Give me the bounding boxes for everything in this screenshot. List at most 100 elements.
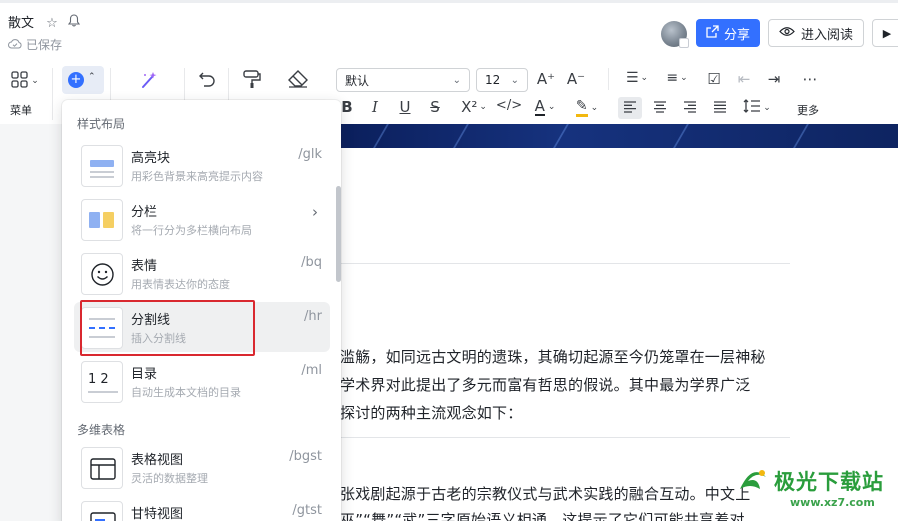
ordered-list-icon: ≡ <box>666 70 679 86</box>
task-list-button[interactable]: ☑ <box>704 70 724 88</box>
top-border <box>0 0 898 3</box>
present-button[interactable]: ▶ <box>872 19 898 47</box>
clear-format-button[interactable] <box>286 70 310 92</box>
divider-line <box>340 437 790 438</box>
share-button[interactable]: 分享 <box>696 19 760 47</box>
highlighter-icon: ✎ <box>575 98 588 117</box>
chevron-down-icon: ⌄ <box>510 74 519 86</box>
item-desc: 自动生成本文档的目录 <box>131 386 241 399</box>
chevron-down-icon: ⌄ <box>590 102 599 113</box>
bullet-list-button[interactable]: ☰ ⌄ <box>622 70 652 86</box>
insert-item-emoji[interactable]: 表情 用表情表达你的态度 /bq <box>74 248 330 298</box>
emoji-icon <box>81 253 123 295</box>
chevron-up-icon[interactable]: ⌃ <box>88 72 96 82</box>
more-label: 更多 <box>797 104 819 117</box>
banner-texture <box>373 124 389 148</box>
insert-item-toc[interactable]: 1 2 目录 自动生成本文档的目录 /ml <box>74 356 330 406</box>
align-right-icon <box>683 99 697 117</box>
avatar-badge <box>679 38 689 48</box>
indent-icon: ⇥ <box>767 70 781 88</box>
undo-icon <box>198 71 216 91</box>
align-left-button[interactable] <box>618 97 642 119</box>
item-shortcut: /bgst <box>289 449 322 464</box>
watermark-logo: 极光下载站 <box>736 466 884 496</box>
insert-item-highlight-block[interactable]: 高亮块 用彩色背景来高亮提示内容 /glk <box>74 140 330 190</box>
increase-font-button[interactable]: A⁺ <box>536 70 556 88</box>
chevron-down-icon: ⌄ <box>452 74 461 86</box>
ai-magic-button[interactable] <box>138 71 160 93</box>
menu-grid-button[interactable]: ⌄ <box>8 70 42 92</box>
paragraph-line: 探讨的两种主流观念如下： <box>340 404 523 422</box>
insert-item-gantt-view[interactable]: 甘特视图 /gtst <box>74 496 330 521</box>
share-label: 分享 <box>723 27 750 43</box>
insert-item-columns[interactable]: 分栏 将一行分为多栏横向布局 › <box>74 194 330 244</box>
gantt-view-icon <box>81 501 123 521</box>
bell-icon[interactable] <box>67 14 81 31</box>
align-right-button[interactable] <box>680 97 700 119</box>
toc-icon: 1 2 <box>81 361 123 403</box>
align-center-button[interactable] <box>650 97 670 119</box>
chevron-down-icon: ⌄ <box>763 103 771 113</box>
font-grow-icon: A⁺ <box>536 70 556 88</box>
justify-icon <box>713 99 727 117</box>
watermark-swirl-icon <box>740 470 766 489</box>
inline-code-button[interactable]: </> <box>496 98 522 113</box>
align-left-icon <box>623 99 637 117</box>
font-color-button[interactable]: A ⌄ <box>530 98 560 116</box>
undo-button[interactable] <box>196 70 218 92</box>
enter-reading-button[interactable]: 进入阅读 <box>768 19 864 47</box>
plus-icon[interactable]: + <box>68 72 84 88</box>
section-title-table: 多维表格 <box>77 423 126 437</box>
item-title: 高亮块 <box>131 151 171 166</box>
star-icon[interactable]: ☆ <box>46 16 58 31</box>
menu-label: 菜单 <box>10 104 32 117</box>
font-size-value: 12 <box>485 73 501 87</box>
annotation-highlight-box <box>80 300 255 356</box>
doc-title-row: 散文 ☆ <box>8 12 81 31</box>
watermark-url: www.xz7.com <box>790 496 875 509</box>
decrease-font-button[interactable]: A⁻ <box>566 70 586 88</box>
bullet-list-icon: ☰ <box>625 70 639 86</box>
paint-roller-icon <box>242 69 262 93</box>
cloud-check-icon <box>8 38 22 52</box>
chevron-right-icon: › <box>312 203 318 221</box>
strikethrough-icon: S <box>430 98 440 116</box>
indent-button[interactable]: ⇥ <box>764 70 784 88</box>
panel-scrollbar[interactable] <box>336 186 341 282</box>
toc-glyph: 1 2 <box>88 372 109 387</box>
format-painter-button[interactable] <box>240 70 264 92</box>
underline-button[interactable]: U <box>398 98 412 116</box>
item-title: 目录 <box>131 367 158 382</box>
insert-item-table-view[interactable]: 表格视图 灵活的数据整理 /bgst <box>74 442 330 492</box>
divider-line <box>340 263 790 264</box>
font-color-icon: A <box>534 97 545 116</box>
italic-button[interactable]: I <box>368 98 382 116</box>
save-status-text: 已保存 <box>26 38 63 52</box>
font-size-select[interactable]: 12 ⌄ <box>476 68 528 92</box>
item-shortcut: /bq <box>301 255 322 270</box>
chevron-down-icon: ⌄ <box>547 102 556 112</box>
magic-wand-icon <box>139 70 159 94</box>
more-menu-button[interactable]: ⋯ <box>800 70 820 88</box>
bold-button[interactable]: B <box>340 98 354 116</box>
doc-title[interactable]: 散文 <box>8 16 34 31</box>
table-view-icon <box>81 447 123 489</box>
font-shrink-icon: A⁻ <box>566 70 586 88</box>
item-shortcut: /glk <box>298 147 322 162</box>
font-family-select[interactable]: 默认 ⌄ <box>336 68 470 92</box>
ordered-list-button[interactable]: ≡ ⌄ <box>662 70 692 86</box>
paragraph-line: 巫”“舞”“武”三字原始语义相通，这提示了它们可能共享着对 <box>340 511 745 521</box>
highlight-color-button[interactable]: ✎ ⌄ <box>572 98 602 117</box>
chevron-down-icon: ⌄ <box>680 73 688 83</box>
superscript-button[interactable]: X² ⌄ <box>456 98 492 116</box>
save-status: 已保存 <box>8 36 62 53</box>
banner-texture <box>673 124 689 148</box>
line-spacing-button[interactable]: ⌄ <box>740 97 774 119</box>
justify-button[interactable] <box>710 97 730 119</box>
item-shortcut: /ml <box>301 363 322 378</box>
strikethrough-button[interactable]: S <box>428 98 442 116</box>
underline-icon: U <box>399 98 411 116</box>
align-center-icon <box>653 99 667 117</box>
banner-texture <box>553 124 569 148</box>
outdent-button[interactable]: ⇤ <box>734 70 754 88</box>
